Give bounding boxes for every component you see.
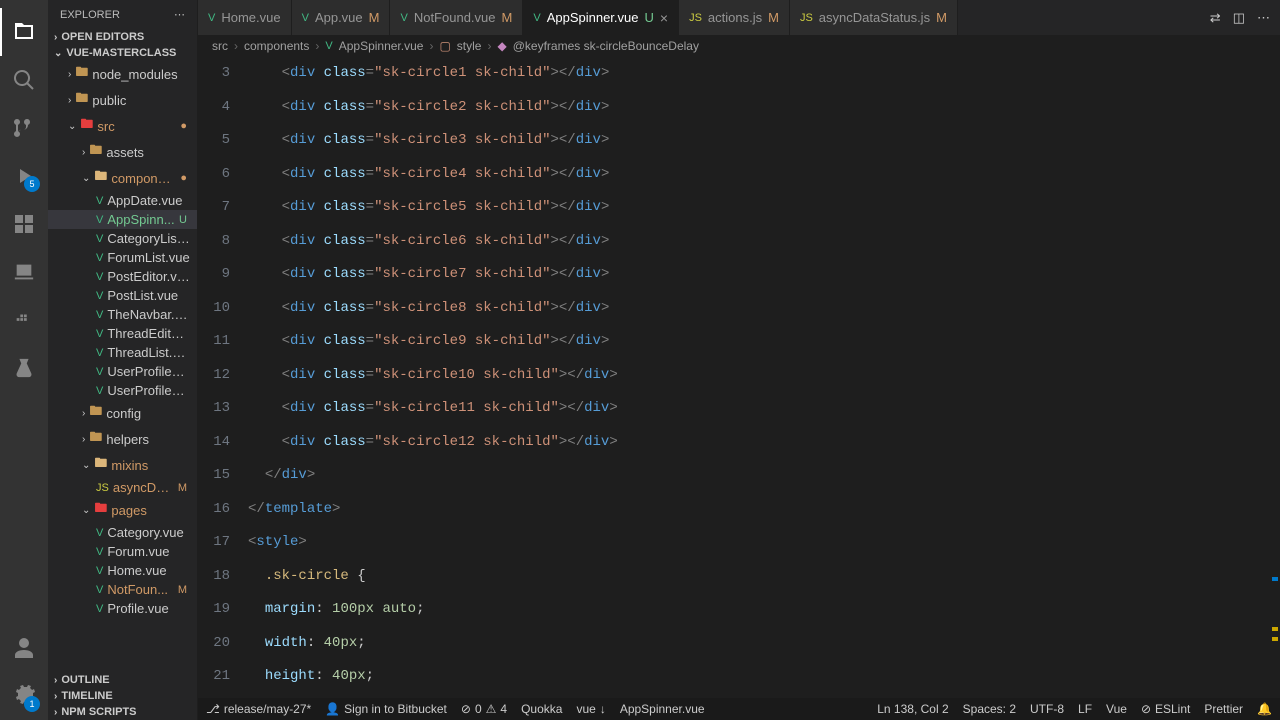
- docker-icon[interactable]: [0, 296, 48, 344]
- status-signin[interactable]: 👤 Sign in to Bitbucket: [325, 702, 447, 716]
- line-gutter: 3456789101112131415161718192021: [198, 57, 248, 698]
- file-userprofilecard2[interactable]: VUserProfileCar...: [48, 381, 197, 400]
- remote-icon[interactable]: [0, 248, 48, 296]
- activity-bar: 5 1: [0, 0, 48, 720]
- file-home[interactable]: VHome.vue: [48, 561, 197, 580]
- split-icon[interactable]: ◫: [1233, 10, 1245, 26]
- tab-app[interactable]: VApp.vueM: [292, 0, 391, 35]
- more-tab-icon[interactable]: ⋯: [1257, 10, 1270, 26]
- status-eol[interactable]: LF: [1078, 702, 1092, 716]
- file-appspinner[interactable]: VAppSpinn...U: [48, 210, 197, 229]
- file-forumlist[interactable]: VForumList.vue: [48, 248, 197, 267]
- tab-bar: VHome.vue VApp.vueM VNotFound.vueM VAppS…: [198, 0, 1280, 35]
- source-control-icon[interactable]: [0, 104, 48, 152]
- folder-helpers[interactable]: ›🖿helpers: [48, 426, 197, 452]
- file-appdate[interactable]: VAppDate.vue: [48, 191, 197, 210]
- file-thenavbar[interactable]: VTheNavbar.vue: [48, 305, 197, 324]
- section-open-editors[interactable]: ›OPEN EDITORS: [48, 29, 197, 45]
- sidebar-title-text: EXPLORER: [60, 9, 120, 21]
- file-userprofilecard1[interactable]: VUserProfileCar...: [48, 362, 197, 381]
- tab-notfound[interactable]: VNotFound.vueM: [390, 0, 523, 35]
- account-icon[interactable]: [0, 624, 48, 672]
- status-bar: ⎇ release/may-27* 👤 Sign in to Bitbucket…: [198, 698, 1280, 720]
- file-asyncdata[interactable]: JSasyncDat...M: [48, 478, 197, 497]
- sidebar: EXPLORER ⋯ ›OPEN EDITORS ⌄VUE-MASTERCLAS…: [48, 0, 198, 720]
- file-categorylist[interactable]: VCategoryList.v...: [48, 229, 197, 248]
- file-forum[interactable]: VForum.vue: [48, 542, 197, 561]
- extensions-icon[interactable]: [0, 200, 48, 248]
- status-lncol[interactable]: Ln 138, Col 2: [877, 702, 948, 716]
- status-lang[interactable]: Vue: [1106, 702, 1127, 716]
- folder-pages[interactable]: ⌄🖿pages: [48, 497, 197, 523]
- file-posteditor[interactable]: VPostEditor.vue: [48, 267, 197, 286]
- search-icon[interactable]: [0, 56, 48, 104]
- folder-assets[interactable]: ›🖿assets: [48, 139, 197, 165]
- status-prettier[interactable]: Prettier: [1204, 702, 1243, 716]
- status-eslint[interactable]: ⊘ ESLint: [1141, 702, 1190, 716]
- folder-public[interactable]: ›🖿public: [48, 87, 197, 113]
- status-problems[interactable]: ⊘ 0 ⚠ 4: [461, 702, 507, 716]
- file-notfound[interactable]: VNotFoun...M: [48, 580, 197, 599]
- breadcrumb[interactable]: src› components› VAppSpinner.vue› ▢style…: [198, 35, 1280, 57]
- file-category[interactable]: VCategory.vue: [48, 523, 197, 542]
- explorer-icon[interactable]: [0, 8, 48, 56]
- status-bell-icon[interactable]: 🔔: [1257, 702, 1272, 716]
- compare-icon[interactable]: ⇄: [1210, 10, 1221, 26]
- scm-badge: 5: [24, 176, 40, 192]
- status-encoding[interactable]: UTF-8: [1030, 702, 1064, 716]
- tab-appspinner[interactable]: VAppSpinner.vueU×: [523, 0, 679, 35]
- folder-src[interactable]: ⌄🖿src●: [48, 113, 197, 139]
- run-icon[interactable]: 5: [0, 152, 48, 200]
- code-content[interactable]: <div class="sk-circle1 sk-child"></div> …: [248, 57, 1280, 698]
- file-profile[interactable]: VProfile.vue: [48, 599, 197, 618]
- more-icon[interactable]: ⋯: [174, 8, 185, 21]
- section-timeline[interactable]: ›TIMELINE: [48, 688, 197, 704]
- testing-icon[interactable]: [0, 344, 48, 392]
- status-quokka[interactable]: Quokka: [521, 702, 562, 716]
- folder-components[interactable]: ⌄🖿componen...●: [48, 165, 197, 191]
- folder-node-modules[interactable]: ›🖿node_modules: [48, 61, 197, 87]
- sidebar-title: EXPLORER ⋯: [48, 0, 197, 29]
- settings-badge: 1: [24, 696, 40, 712]
- status-file[interactable]: AppSpinner.vue: [620, 702, 705, 716]
- file-threadeditor[interactable]: VThreadEditor.v...: [48, 324, 197, 343]
- file-tree: ›🖿node_modules ›🖿public ⌄🖿src● ›🖿assets …: [48, 61, 197, 672]
- section-npm[interactable]: ›NPM SCRIPTS: [48, 704, 197, 720]
- status-spaces[interactable]: Spaces: 2: [963, 702, 1016, 716]
- status-branch[interactable]: ⎇ release/may-27*: [206, 702, 311, 716]
- tab-home[interactable]: VHome.vue: [198, 0, 292, 35]
- section-outline[interactable]: ›OUTLINE: [48, 672, 197, 688]
- settings-icon[interactable]: 1: [0, 672, 48, 720]
- code-editor[interactable]: 3456789101112131415161718192021 <div cla…: [198, 57, 1280, 698]
- folder-mixins[interactable]: ⌄🖿mixins: [48, 452, 197, 478]
- status-vue[interactable]: vue ↓: [576, 702, 605, 716]
- tab-actions[interactable]: JSactions.jsM: [679, 0, 790, 35]
- folder-config[interactable]: ›🖿config: [48, 400, 197, 426]
- editor-area: VHome.vue VApp.vueM VNotFound.vueM VAppS…: [198, 0, 1280, 720]
- section-workspace[interactable]: ⌄VUE-MASTERCLASS: [48, 45, 197, 61]
- file-postlist[interactable]: VPostList.vue: [48, 286, 197, 305]
- tab-asyncdatastatus[interactable]: JSasyncDataStatus.jsM: [790, 0, 958, 35]
- minimap[interactable]: [1266, 57, 1280, 698]
- close-icon[interactable]: ×: [660, 10, 668, 26]
- file-threadlist[interactable]: VThreadList.vue: [48, 343, 197, 362]
